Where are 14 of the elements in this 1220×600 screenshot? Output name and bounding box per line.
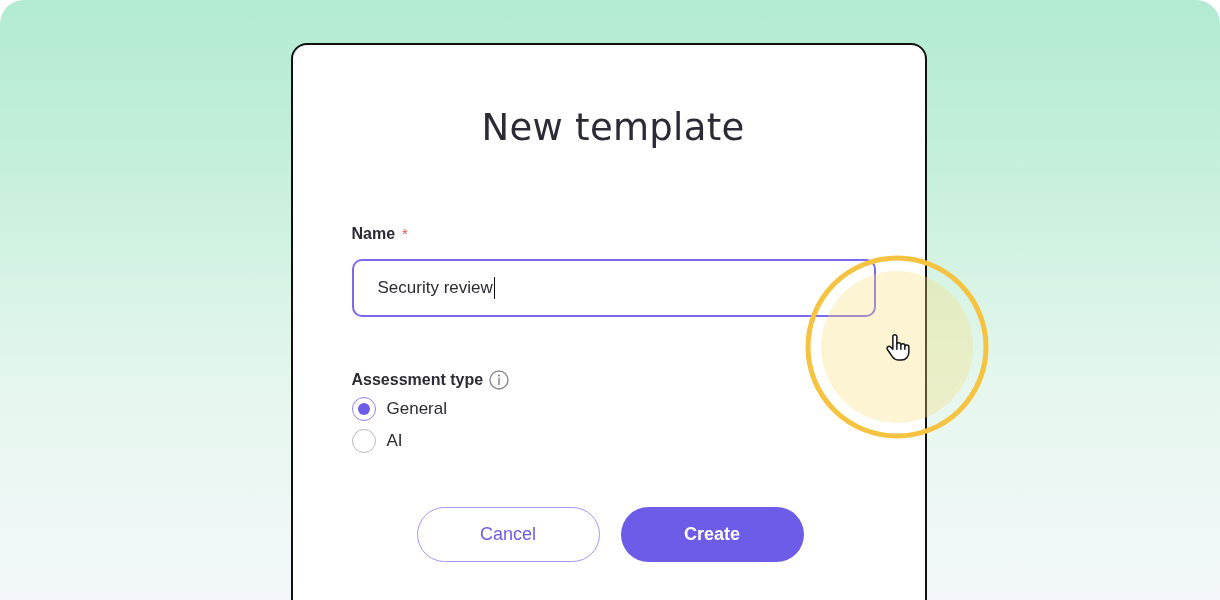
cancel-button[interactable]: Cancel (416, 507, 600, 562)
radio-button[interactable] (351, 429, 376, 453)
text-caret (493, 277, 496, 299)
info-icon[interactable] (489, 370, 510, 390)
radio-label[interactable]: General (386, 398, 447, 420)
name-label: Name (351, 224, 396, 244)
name-input[interactable]: Security review (351, 259, 876, 317)
radio-button[interactable] (351, 397, 376, 421)
create-button[interactable]: Create (620, 507, 804, 562)
radio-label[interactable]: AI (386, 430, 403, 452)
hand-pointer-icon (886, 333, 910, 362)
required-mark: * (402, 224, 408, 244)
dialog-title: New template (481, 105, 745, 151)
assessment-type-label: Assessment type (351, 370, 484, 390)
